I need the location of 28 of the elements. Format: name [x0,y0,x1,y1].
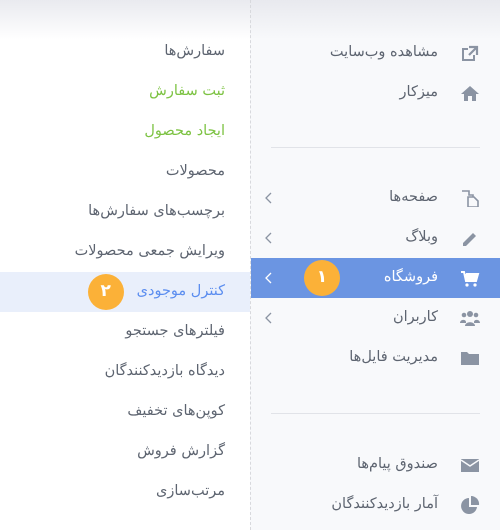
submenu-item[interactable]: مرتب‌سازی [0,472,250,512]
menu-item[interactable]: صفحه‌ها [251,178,500,218]
menu-item[interactable]: میزکار [251,73,500,113]
number-badge: ١ [304,260,340,296]
submenu-item[interactable]: دیدگاه بازدیدکنندگان [0,352,250,392]
pie-chart-icon [460,496,480,514]
menu-item[interactable]: کاربران [251,298,500,338]
external-link-icon [460,44,480,62]
menu-item[interactable]: فروشگاه ١ [251,258,500,298]
submenu-item[interactable]: کوپن‌های تخفیف [0,392,250,432]
submenu-item[interactable]: گزارش فروش [0,432,250,472]
submenu-item[interactable]: محصولات [0,152,250,192]
pages-icon [460,189,480,207]
menu-item[interactable]: وبلاگ [251,218,500,258]
menu-item[interactable]: صندوق پیام‌ها [251,445,500,485]
number-badge: ٢ [88,274,124,310]
submenu-item[interactable]: ویرایش جمعی محصولات [0,232,250,272]
submenu-item[interactable]: سفارش‌ها [0,32,250,72]
folder-icon [460,349,480,367]
menu-item[interactable]: مدیریت فایل‌ها [251,338,500,378]
cart-icon [460,269,480,287]
menu-item[interactable]: آمار بازدیدکنندگان [251,485,500,525]
home-icon [460,84,480,102]
submenu-item[interactable]: فیلترهای جستجو [0,312,250,352]
menu-item[interactable]: مشاهده وب‌سایت [251,33,500,73]
envelope-icon [460,456,480,474]
submenu-item[interactable]: برچسب‌های سفارش‌ها [0,192,250,232]
users-icon [460,309,480,327]
